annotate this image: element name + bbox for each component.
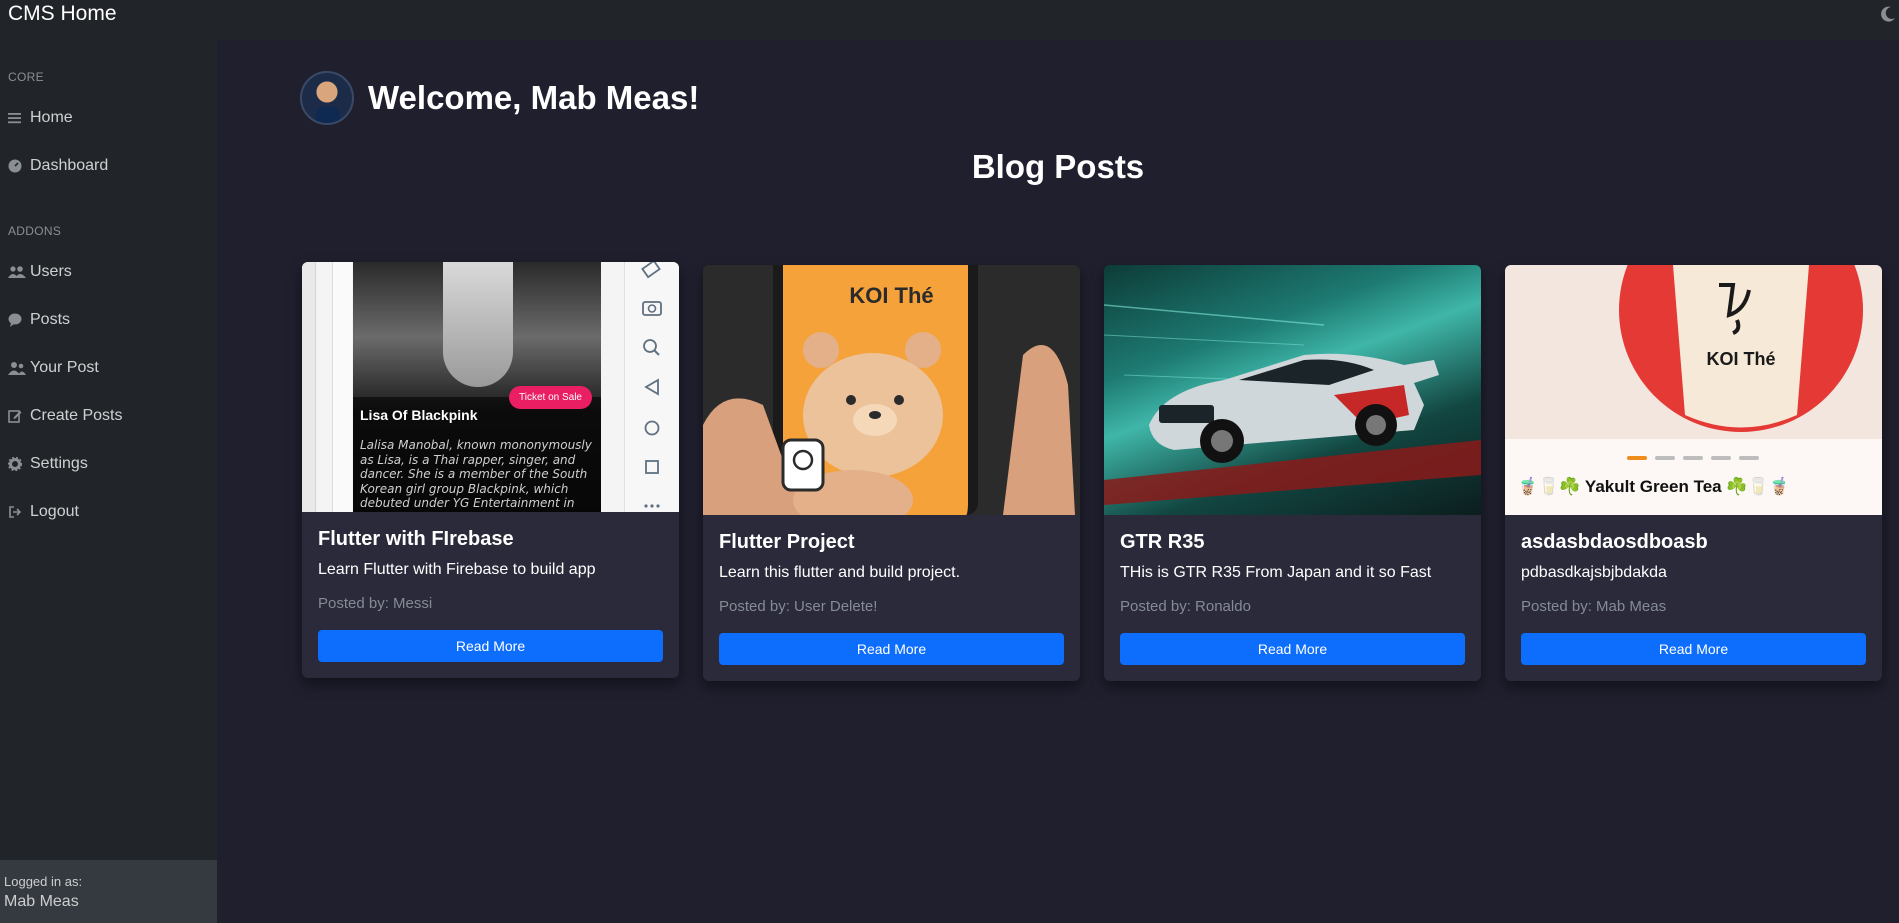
car-illustration — [1104, 304, 1481, 505]
post-description: Learn this flutter and build project. — [719, 564, 961, 581]
sidebar-item-label: Your Post — [30, 359, 99, 376]
read-more-button[interactable]: Read More — [1521, 633, 1866, 665]
user-group-icon — [8, 361, 30, 375]
post-card: Lisa Of Blackpink Ticket on Sale Lalisa … — [302, 262, 679, 678]
image-caption: Lalisa Manobal, known mononymously as Li… — [360, 438, 592, 510]
gauge-icon — [8, 159, 30, 173]
post-description: pdbasdkajsbjbdakda — [1521, 564, 1667, 581]
edit-icon — [8, 409, 30, 423]
bars-icon — [8, 112, 30, 124]
sidebar-heading-addons: ADDONS — [8, 224, 62, 238]
post-title[interactable]: Flutter with FIrebase — [318, 528, 663, 551]
sidebar-footer: Logged in as: Mab Meas — [0, 860, 217, 923]
post-author: Posted by: Mab Meas — [1521, 598, 1667, 615]
post-image[interactable]: Lisa Of Blackpink Ticket on Sale Lalisa … — [302, 262, 679, 512]
theme-toggle-button[interactable] — [1877, 3, 1899, 25]
post-title[interactable]: asdasbdaosdboasb — [1521, 531, 1866, 554]
post-description: THis is GTR R35 From Japan and it so Fas… — [1120, 564, 1432, 581]
sidebar-item-home[interactable]: Home — [0, 94, 217, 142]
sidebar-item-label: Users — [30, 263, 72, 280]
koi-brand-text: KOI Thé — [1706, 349, 1776, 369]
page-title: Blog Posts — [971, 148, 1145, 185]
read-more-button[interactable]: Read More — [318, 630, 663, 662]
post-description: Learn Flutter with Firebase to build app — [318, 561, 596, 578]
toolbar-icons-strip — [641, 262, 662, 508]
post-image[interactable]: KOI Thé — [703, 265, 1080, 515]
sidebar-item-label: Settings — [30, 455, 88, 472]
ticket-badge: Ticket on Sale — [509, 386, 592, 409]
logged-in-label: Logged in as: — [4, 874, 83, 889]
avatar — [300, 71, 354, 125]
post-card: GTR R35 THis is GTR R35 From Japan and i… — [1104, 265, 1481, 681]
sidebar-item-label: Home — [30, 109, 73, 126]
logout-icon — [8, 505, 30, 519]
gear-icon — [8, 457, 30, 471]
sidebar-item-settings[interactable]: Settings — [0, 440, 217, 488]
sidebar-item-posts[interactable]: Posts — [0, 296, 217, 344]
post-author: Posted by: Messi — [318, 595, 433, 612]
image-tool-strip — [624, 262, 679, 512]
post-author: Posted by: Ronaldo — [1120, 598, 1251, 615]
sidebar-item-label: Logout — [30, 503, 79, 520]
sidebar-item-label: Create Posts — [30, 407, 123, 424]
post-title[interactable]: GTR R35 — [1120, 531, 1465, 554]
post-image[interactable]: KOI Thé 🧋🥛☘️ Yakult Green Tea ☘️🥛🧋 — [1505, 265, 1882, 515]
post-image[interactable] — [1104, 265, 1481, 515]
main-content: Welcome, Mab Meas! Blog Posts Lisa Of Bl… — [217, 40, 1899, 923]
sidebar-item-label: Posts — [30, 311, 71, 328]
welcome-title: Welcome, Mab Meas! — [368, 79, 700, 116]
sidebar-item-users[interactable]: Users — [0, 248, 217, 296]
sidebar-item-logout[interactable]: Logout — [0, 488, 217, 536]
image-banner-text: 🧋🥛☘️ Yakult Green Tea ☘️🥛🧋 — [1517, 477, 1790, 496]
users-icon — [8, 265, 30, 279]
sidebar-item-your-post[interactable]: Your Post — [0, 344, 217, 392]
post-author: Posted by: User Delete! — [719, 598, 878, 615]
logged-in-user: Mab Meas — [4, 893, 79, 910]
bear-illustration — [703, 332, 1075, 515]
sidebar-heading-core: CORE — [8, 70, 44, 84]
brand-link[interactable]: CMS Home — [0, 2, 117, 26]
post-card: KOI Thé Flutter Project Learn this flutt… — [703, 265, 1080, 681]
read-more-button[interactable]: Read More — [1120, 633, 1465, 665]
top-navbar: CMS Home — [0, 0, 1899, 40]
sidebar-item-dashboard[interactable]: Dashboard — [0, 142, 217, 190]
sidebar: CORE Home Dashboard ADDONS Users Posts Y… — [0, 40, 217, 923]
post-title[interactable]: Flutter Project — [719, 531, 1064, 554]
post-card: KOI Thé 🧋🥛☘️ Yakult Green Tea ☘️🥛🧋 asdas… — [1505, 265, 1882, 681]
sidebar-item-create-posts[interactable]: Create Posts — [0, 392, 217, 440]
moon-icon — [1881, 6, 1895, 22]
welcome-header: Welcome, Mab Meas! — [300, 71, 699, 125]
read-more-button[interactable]: Read More — [719, 633, 1064, 665]
comment-icon — [8, 313, 30, 327]
image-person-name: Lisa Of Blackpink — [360, 407, 478, 423]
sidebar-item-label: Dashboard — [30, 157, 109, 174]
